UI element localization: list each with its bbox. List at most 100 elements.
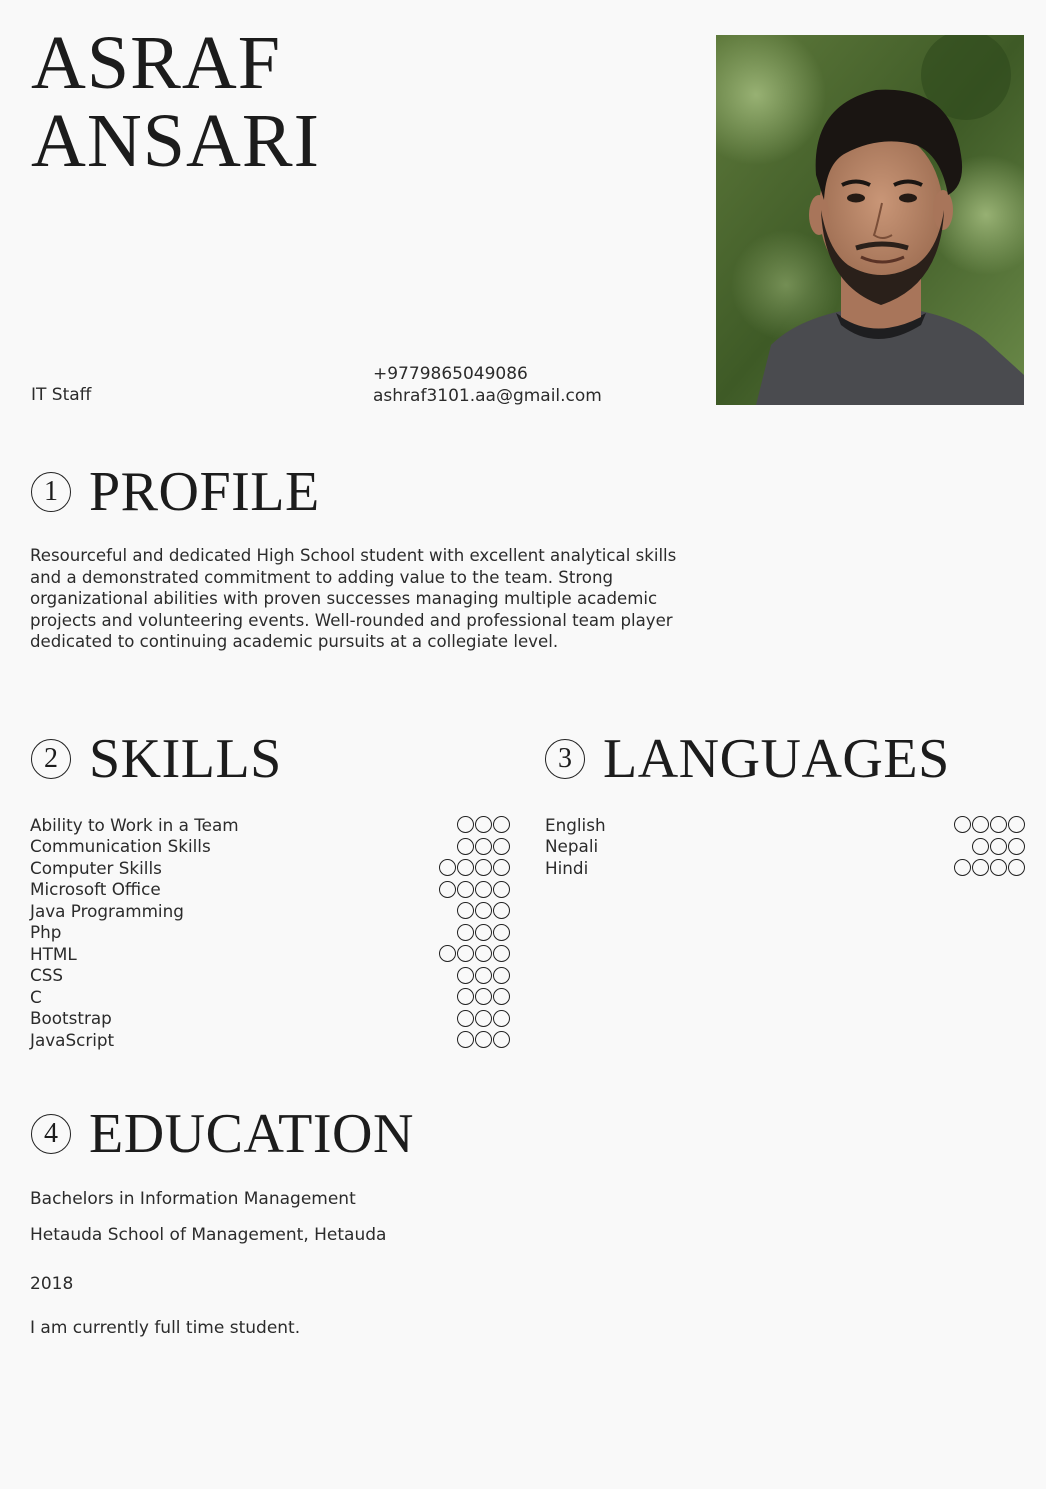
rating-circle-icon xyxy=(475,988,492,1006)
rating-circle-icon xyxy=(954,816,971,834)
rating-circle-icon xyxy=(457,1031,474,1049)
section-number-circle: 1 xyxy=(31,472,71,512)
education-note: I am currently full time student. xyxy=(30,1318,301,1338)
list-item: Nepali xyxy=(545,836,1025,858)
section-number-circle: 3 xyxy=(545,739,585,779)
skills-list: Ability to Work in a Team Communication S… xyxy=(30,814,510,1051)
rating-circle-icon xyxy=(990,816,1007,834)
education-heading: 4 EDUCATION xyxy=(31,1104,414,1164)
rating-circle-icon xyxy=(475,880,492,898)
rating-circle-icon xyxy=(457,816,474,834)
rating-circle-icon xyxy=(439,880,456,898)
rating-dots xyxy=(457,1009,510,1027)
skills-heading: 2 SKILLS xyxy=(31,729,282,789)
rating-circle-icon xyxy=(475,1031,492,1049)
rating-circle-icon xyxy=(972,859,989,877)
rating-dots xyxy=(954,859,1025,877)
item-label: Computer Skills xyxy=(30,857,162,878)
rating-dots xyxy=(457,837,510,855)
languages-heading: 3 LANGUAGES xyxy=(545,729,950,789)
rating-circle-icon xyxy=(493,880,510,898)
item-label: Hindi xyxy=(545,857,589,878)
rating-dots xyxy=(457,816,510,834)
rating-dots xyxy=(457,1031,510,1049)
phone-number: +9779865049086 xyxy=(373,364,528,384)
list-item: Ability to Work in a Team xyxy=(30,814,510,836)
first-name: ASRAF xyxy=(31,21,281,105)
rating-dots xyxy=(439,859,510,877)
rating-circle-icon xyxy=(475,816,492,834)
person-name: ASRAF ANSARI xyxy=(31,24,320,180)
rating-circle-icon xyxy=(457,837,474,855)
rating-circle-icon xyxy=(457,945,474,963)
section-number-circle: 2 xyxy=(31,739,71,779)
rating-dots xyxy=(954,816,1025,834)
list-item: JavaScript xyxy=(30,1029,510,1051)
list-item: C xyxy=(30,986,510,1008)
rating-circle-icon xyxy=(475,966,492,984)
education-degree: Bachelors in Information Management xyxy=(30,1189,356,1209)
rating-circle-icon xyxy=(1008,816,1025,834)
rating-dots xyxy=(439,880,510,898)
rating-circle-icon xyxy=(475,902,492,920)
list-item: Bootstrap xyxy=(30,1008,510,1030)
rating-circle-icon xyxy=(439,945,456,963)
item-label: English xyxy=(545,814,606,835)
rating-circle-icon xyxy=(493,1009,510,1027)
rating-circle-icon xyxy=(1008,859,1025,877)
profile-photo xyxy=(716,35,1024,405)
item-label: C xyxy=(30,986,42,1007)
item-label: CSS xyxy=(30,965,64,986)
rating-circle-icon xyxy=(475,945,492,963)
section-title: PROFILE xyxy=(89,461,320,523)
item-label: Microsoft Office xyxy=(30,879,161,900)
rating-circle-icon xyxy=(493,1031,510,1049)
rating-circle-icon xyxy=(1008,837,1025,855)
list-item: Php xyxy=(30,922,510,944)
rating-dots xyxy=(457,923,510,941)
rating-dots xyxy=(457,902,510,920)
rating-circle-icon xyxy=(493,837,510,855)
rating-circle-icon xyxy=(972,837,989,855)
item-label: JavaScript xyxy=(30,1029,115,1050)
rating-circle-icon xyxy=(475,859,492,877)
item-label: Php xyxy=(30,922,62,943)
rating-circle-icon xyxy=(475,837,492,855)
rating-circle-icon xyxy=(457,902,474,920)
email-address: ashraf3101.aa@gmail.com xyxy=(373,386,602,406)
section-number-circle: 4 xyxy=(31,1114,71,1154)
rating-dots xyxy=(972,837,1025,855)
contact-info: +9779865049086 ashraf3101.aa@gmail.com xyxy=(373,363,602,407)
list-item: CSS xyxy=(30,965,510,987)
last-name: ANSARI xyxy=(31,99,320,183)
job-title: IT Staff xyxy=(31,385,92,405)
item-label: Java Programming xyxy=(30,900,184,921)
list-item: Microsoft Office xyxy=(30,879,510,901)
rating-circle-icon xyxy=(493,859,510,877)
rating-dots xyxy=(439,945,510,963)
education-year: 2018 xyxy=(30,1274,74,1294)
education-school: Hetauda School of Management, Hetauda xyxy=(30,1225,387,1245)
rating-circle-icon xyxy=(990,837,1007,855)
item-label: Bootstrap xyxy=(30,1008,112,1029)
section-title: SKILLS xyxy=(89,728,282,790)
languages-list: English Nepali Hindi xyxy=(545,814,1025,879)
rating-circle-icon xyxy=(457,880,474,898)
rating-circle-icon xyxy=(972,816,989,834)
rating-dots xyxy=(457,988,510,1006)
rating-circle-icon xyxy=(990,859,1007,877)
item-label: HTML xyxy=(30,943,77,964)
rating-circle-icon xyxy=(457,1009,474,1027)
list-item: English xyxy=(545,814,1025,836)
rating-circle-icon xyxy=(457,966,474,984)
list-item: Hindi xyxy=(545,857,1025,879)
section-title: LANGUAGES xyxy=(603,728,950,790)
rating-circle-icon xyxy=(493,988,510,1006)
list-item: Computer Skills xyxy=(30,857,510,879)
rating-dots xyxy=(457,966,510,984)
rating-circle-icon xyxy=(493,945,510,963)
item-label: Communication Skills xyxy=(30,836,211,857)
rating-circle-icon xyxy=(457,988,474,1006)
rating-circle-icon xyxy=(439,859,456,877)
rating-circle-icon xyxy=(954,859,971,877)
